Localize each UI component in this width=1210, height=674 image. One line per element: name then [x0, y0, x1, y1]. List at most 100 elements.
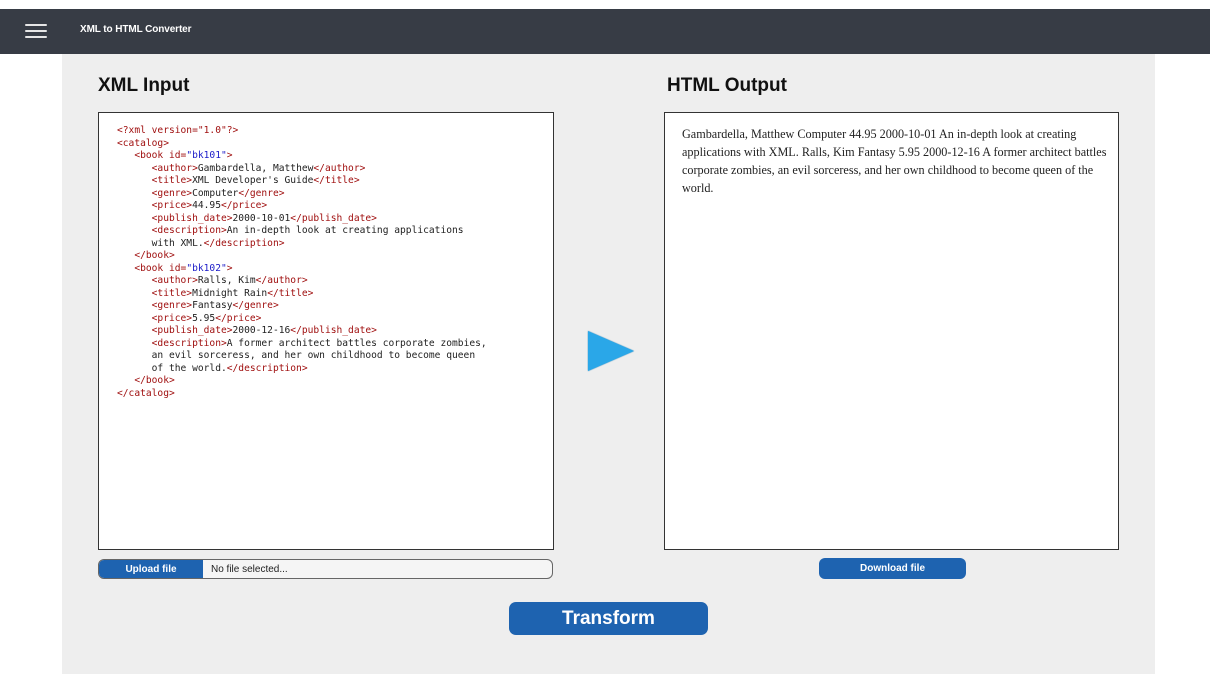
xml-text-token — [117, 200, 152, 211]
xml-text-token: XML Developer's Guide — [192, 175, 314, 186]
xml-tag-token: </description> — [203, 237, 285, 249]
xml-code-line: <genre>Computer</genre> — [117, 188, 487, 201]
xml-tag-token: </price> — [220, 200, 268, 211]
xml-code-line: <author>Gambardella, Matthew</author> — [117, 163, 487, 176]
xml-code-line: <title>Midnight Rain</title> — [117, 288, 487, 301]
xml-text-token — [117, 300, 152, 311]
hamburger-menu-icon[interactable] — [25, 24, 47, 38]
xml-tag-token: <title> — [151, 175, 193, 186]
xml-text-token — [117, 250, 134, 261]
xml-tag-token: </author> — [255, 275, 308, 286]
xml-text-token — [117, 275, 152, 286]
xml-code-line: <title>XML Developer's Guide</title> — [117, 175, 487, 188]
xml-text-token — [117, 213, 152, 224]
xml-text-token: An in-depth look at creating application… — [226, 225, 464, 236]
xml-code-line: <description>A former architect battles … — [117, 338, 487, 351]
xml-text-token — [117, 338, 152, 349]
xml-attr-value-token: "bk101" — [186, 150, 227, 161]
xml-text-token: Gambardella, Matthew — [197, 162, 314, 174]
transform-button[interactable]: Transform — [509, 602, 708, 635]
xml-text-token: Midnight Rain — [192, 287, 268, 299]
upload-file-button[interactable]: Upload file — [99, 560, 203, 578]
xml-code-line: <catalog> — [117, 138, 487, 151]
xml-tag-token: </title> — [313, 175, 360, 186]
xml-code-line: <publish_date>2000-10-01</publish_date> — [117, 213, 487, 226]
xml-text-token — [117, 188, 152, 199]
xml-tag-token: </catalog> — [117, 387, 175, 399]
xml-text-token: 2000-10-01 — [232, 212, 291, 224]
app-title: XML to HTML Converter — [80, 24, 192, 35]
xml-code-line: <book id="bk101"> — [117, 150, 487, 163]
xml-tag-token: <book id= — [134, 262, 187, 274]
xml-tag-token: </publish_date> — [290, 325, 377, 336]
xml-text-token: 5.95 — [192, 312, 216, 324]
xml-code-line: <author>Ralls, Kim</author> — [117, 275, 487, 288]
xml-tag-token: <catalog> — [117, 137, 169, 149]
xml-tag-token: > — [226, 150, 233, 161]
file-status-label: No file selected... — [211, 563, 288, 575]
xml-tag-token: <?xml version="1.0"?> — [117, 125, 239, 136]
xml-tag-token: > — [226, 262, 233, 274]
xml-input-editor[interactable]: <?xml version="1.0"?> <catalog> <book id=… — [98, 112, 554, 550]
xml-code-line: </book> — [117, 375, 487, 388]
xml-tag-token: <genre> — [151, 187, 193, 199]
workspace: XML Input HTML Output <?xml version="1.0… — [62, 54, 1155, 674]
xml-tag-token: <author> — [151, 162, 198, 174]
xml-tag-token: </title> — [267, 287, 314, 299]
file-upload-field[interactable]: Upload file No file selected... — [98, 559, 553, 579]
xml-code-content[interactable]: <?xml version="1.0"?> <catalog> <book id=… — [117, 125, 487, 400]
xml-tag-token: </book> — [134, 250, 175, 261]
xml-input-title: XML Input — [98, 75, 190, 96]
xml-tag-token: <description> — [151, 225, 227, 236]
xml-text-token: with XML. — [117, 237, 204, 249]
xml-tag-token: <title> — [151, 287, 193, 299]
xml-text-token: Computer — [192, 187, 239, 199]
xml-code-line: with XML.</description> — [117, 238, 487, 251]
xml-tag-token: <book id= — [134, 150, 187, 161]
xml-code-line: </book> — [117, 250, 487, 263]
xml-text-token: of the world. — [117, 362, 227, 374]
xml-tag-token: </description> — [226, 362, 308, 374]
html-output-text: Gambardella, Matthew Computer 44.95 2000… — [682, 127, 1107, 195]
xml-tag-token: <publish_date> — [151, 212, 233, 224]
xml-code-line: an evil sorceress, and her own childhood… — [117, 350, 487, 363]
xml-text-token — [117, 263, 134, 274]
xml-tag-token: <author> — [151, 275, 198, 286]
xml-text-token — [117, 375, 134, 386]
xml-tag-token: <publish_date> — [151, 325, 233, 336]
xml-text-token — [117, 175, 152, 186]
xml-text-token — [117, 150, 134, 161]
xml-attr-value-token: "bk102" — [186, 262, 227, 274]
xml-text-token: 2000-12-16 — [232, 325, 291, 336]
xml-text-token — [117, 325, 152, 336]
xml-tag-token: <genre> — [151, 300, 193, 311]
xml-code-line: of the world.</description> — [117, 363, 487, 376]
xml-tag-token: <price> — [151, 200, 193, 211]
top-bar: XML to HTML Converter — [0, 9, 1210, 54]
download-file-button[interactable]: Download file — [819, 558, 966, 579]
xml-code-line: <price>44.95</price> — [117, 200, 487, 213]
xml-code-line: <book id="bk102"> — [117, 263, 487, 276]
xml-tag-token: </genre> — [238, 187, 285, 199]
xml-code-line: <?xml version="1.0"?> — [117, 125, 487, 138]
html-output-title: HTML Output — [667, 75, 787, 96]
xml-code-line: <price>5.95</price> — [117, 313, 487, 326]
xml-code-line: </catalog> — [117, 388, 487, 401]
xml-tag-token: </genre> — [232, 300, 279, 311]
xml-tag-token: </price> — [215, 312, 262, 324]
xml-tag-token: <description> — [151, 337, 227, 349]
play-arrow-icon — [588, 331, 634, 371]
xml-tag-token: <price> — [151, 312, 193, 324]
xml-text-token — [117, 163, 152, 174]
xml-text-token: 44.95 — [192, 200, 221, 211]
xml-tag-token: </author> — [313, 162, 366, 174]
xml-text-token: Ralls, Kim — [197, 275, 256, 286]
xml-text-token — [117, 225, 152, 236]
xml-tag-token: </publish_date> — [290, 212, 377, 224]
xml-code-line: <genre>Fantasy</genre> — [117, 300, 487, 313]
xml-text-token: an evil sorceress, and her own childhood… — [117, 350, 476, 361]
xml-tag-token: </book> — [134, 375, 175, 386]
xml-text-token — [117, 288, 152, 299]
html-output-panel: Gambardella, Matthew Computer 44.95 2000… — [664, 112, 1119, 550]
xml-code-line: <description>An in-depth look at creatin… — [117, 225, 487, 238]
